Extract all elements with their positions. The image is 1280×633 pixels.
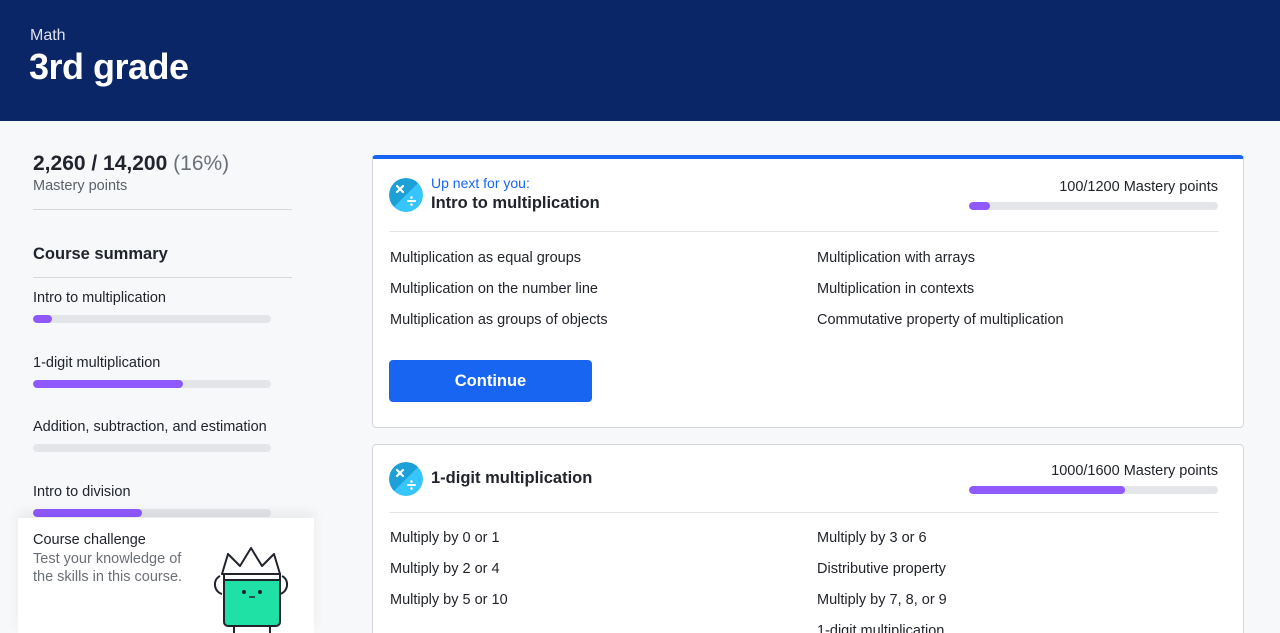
unit-card-1-digit-multiplication: 1-digit multiplication 1000/1600 Mastery… [372,444,1244,633]
course-challenge-description: Test your knowledge of the skills in thi… [33,551,183,585]
unit-progress-bar [33,379,271,388]
skill-link[interactable]: Multiply by 0 or 1 [390,529,817,548]
skill-link[interactable]: Multiplication as equal groups [390,249,817,268]
unit-progress-bar [969,486,1218,494]
skill-list: Multiply by 0 or 1 Multiply by 3 or 6 Mu… [390,529,1220,633]
mastery-points-value: 2,260 / 14,200 [33,152,168,175]
unit-progress-fill [969,202,990,210]
crown-mascot-icon [214,547,288,633]
skill-link[interactable]: Multiply by 5 or 10 [390,591,817,610]
subject-label[interactable]: Math [30,27,66,45]
course-header: Math 3rd grade [0,0,1280,121]
divider [33,209,292,210]
unit-mastery-points: 100/1200 Mastery points [1059,179,1218,195]
mastery-points-label: Mastery points [33,178,128,194]
multiply-divide-icon [389,462,423,496]
unit-progress-fill [33,379,183,388]
unit-title[interactable]: 1-digit multiplication [431,469,592,488]
unit-progress-bar [33,315,271,323]
sidebar-unit-addition-subtraction[interactable]: Addition, subtraction, and estimation [33,419,293,484]
divider [33,277,292,278]
course-challenge-title[interactable]: Course challenge [33,532,146,548]
up-next-label: Up next for you: [431,175,530,191]
skill-list: Multiplication as equal groups Multiplic… [390,249,1220,330]
sidebar-unit-label[interactable]: Addition, subtraction, and estimation [33,419,293,435]
skill-link[interactable]: 1-digit multiplication [817,622,1220,633]
unit-progress-fill [969,486,1125,494]
skill-link[interactable]: Multiplication in contexts [817,280,1220,299]
sidebar-unit-label[interactable]: Intro to multiplication [33,290,293,306]
unit-progress-bar [33,444,271,452]
unit-progress-bar [33,508,271,517]
skill-link[interactable]: Multiplication as groups of objects [390,311,817,330]
skill-link[interactable]: Multiplication on the number line [390,280,817,299]
continue-button[interactable]: Continue [389,360,592,402]
mastery-percent: (16%) [173,152,230,175]
course-summary-link[interactable]: Course summary [33,245,293,264]
unit-progress-bar [969,202,1218,210]
skill-link[interactable]: Multiply by 7, 8, or 9 [817,591,1220,610]
sidebar: 2,260 / 14,200 (16%) Mastery points Cour… [33,152,293,548]
skill-link[interactable]: Multiply by 2 or 4 [390,560,817,579]
skill-link[interactable]: Distributive property [817,560,1220,579]
divider [389,231,1219,232]
unit-mastery-points: 1000/1600 Mastery points [1051,463,1218,479]
unit-list: Intro to multiplication 1-digit multipli… [33,290,293,548]
unit-title[interactable]: Intro to multiplication [431,194,600,213]
sidebar-unit-label[interactable]: 1-digit multiplication [33,355,293,371]
sidebar-unit-intro-multiplication[interactable]: Intro to multiplication [33,290,293,355]
course-challenge-card[interactable]: Course challenge Test your knowledge of … [18,518,314,633]
skill-link [390,622,817,633]
skill-link[interactable]: Commutative property of multiplication [817,311,1220,330]
skill-link[interactable]: Multiply by 3 or 6 [817,529,1220,548]
unit-progress-fill [33,508,143,517]
skill-link[interactable]: Multiplication with arrays [817,249,1220,268]
unit-progress-fill [33,315,53,323]
divider [389,512,1219,513]
multiply-divide-icon [389,178,423,212]
mastery-points-total: 2,260 / 14,200 (16%) [33,152,293,176]
sidebar-unit-label[interactable]: Intro to division [33,484,293,500]
sidebar-unit-1-digit-multiplication[interactable]: 1-digit multiplication [33,355,293,420]
page-title: 3rd grade [29,46,189,87]
unit-card-intro-multiplication: Up next for you: Intro to multiplication… [372,155,1244,428]
